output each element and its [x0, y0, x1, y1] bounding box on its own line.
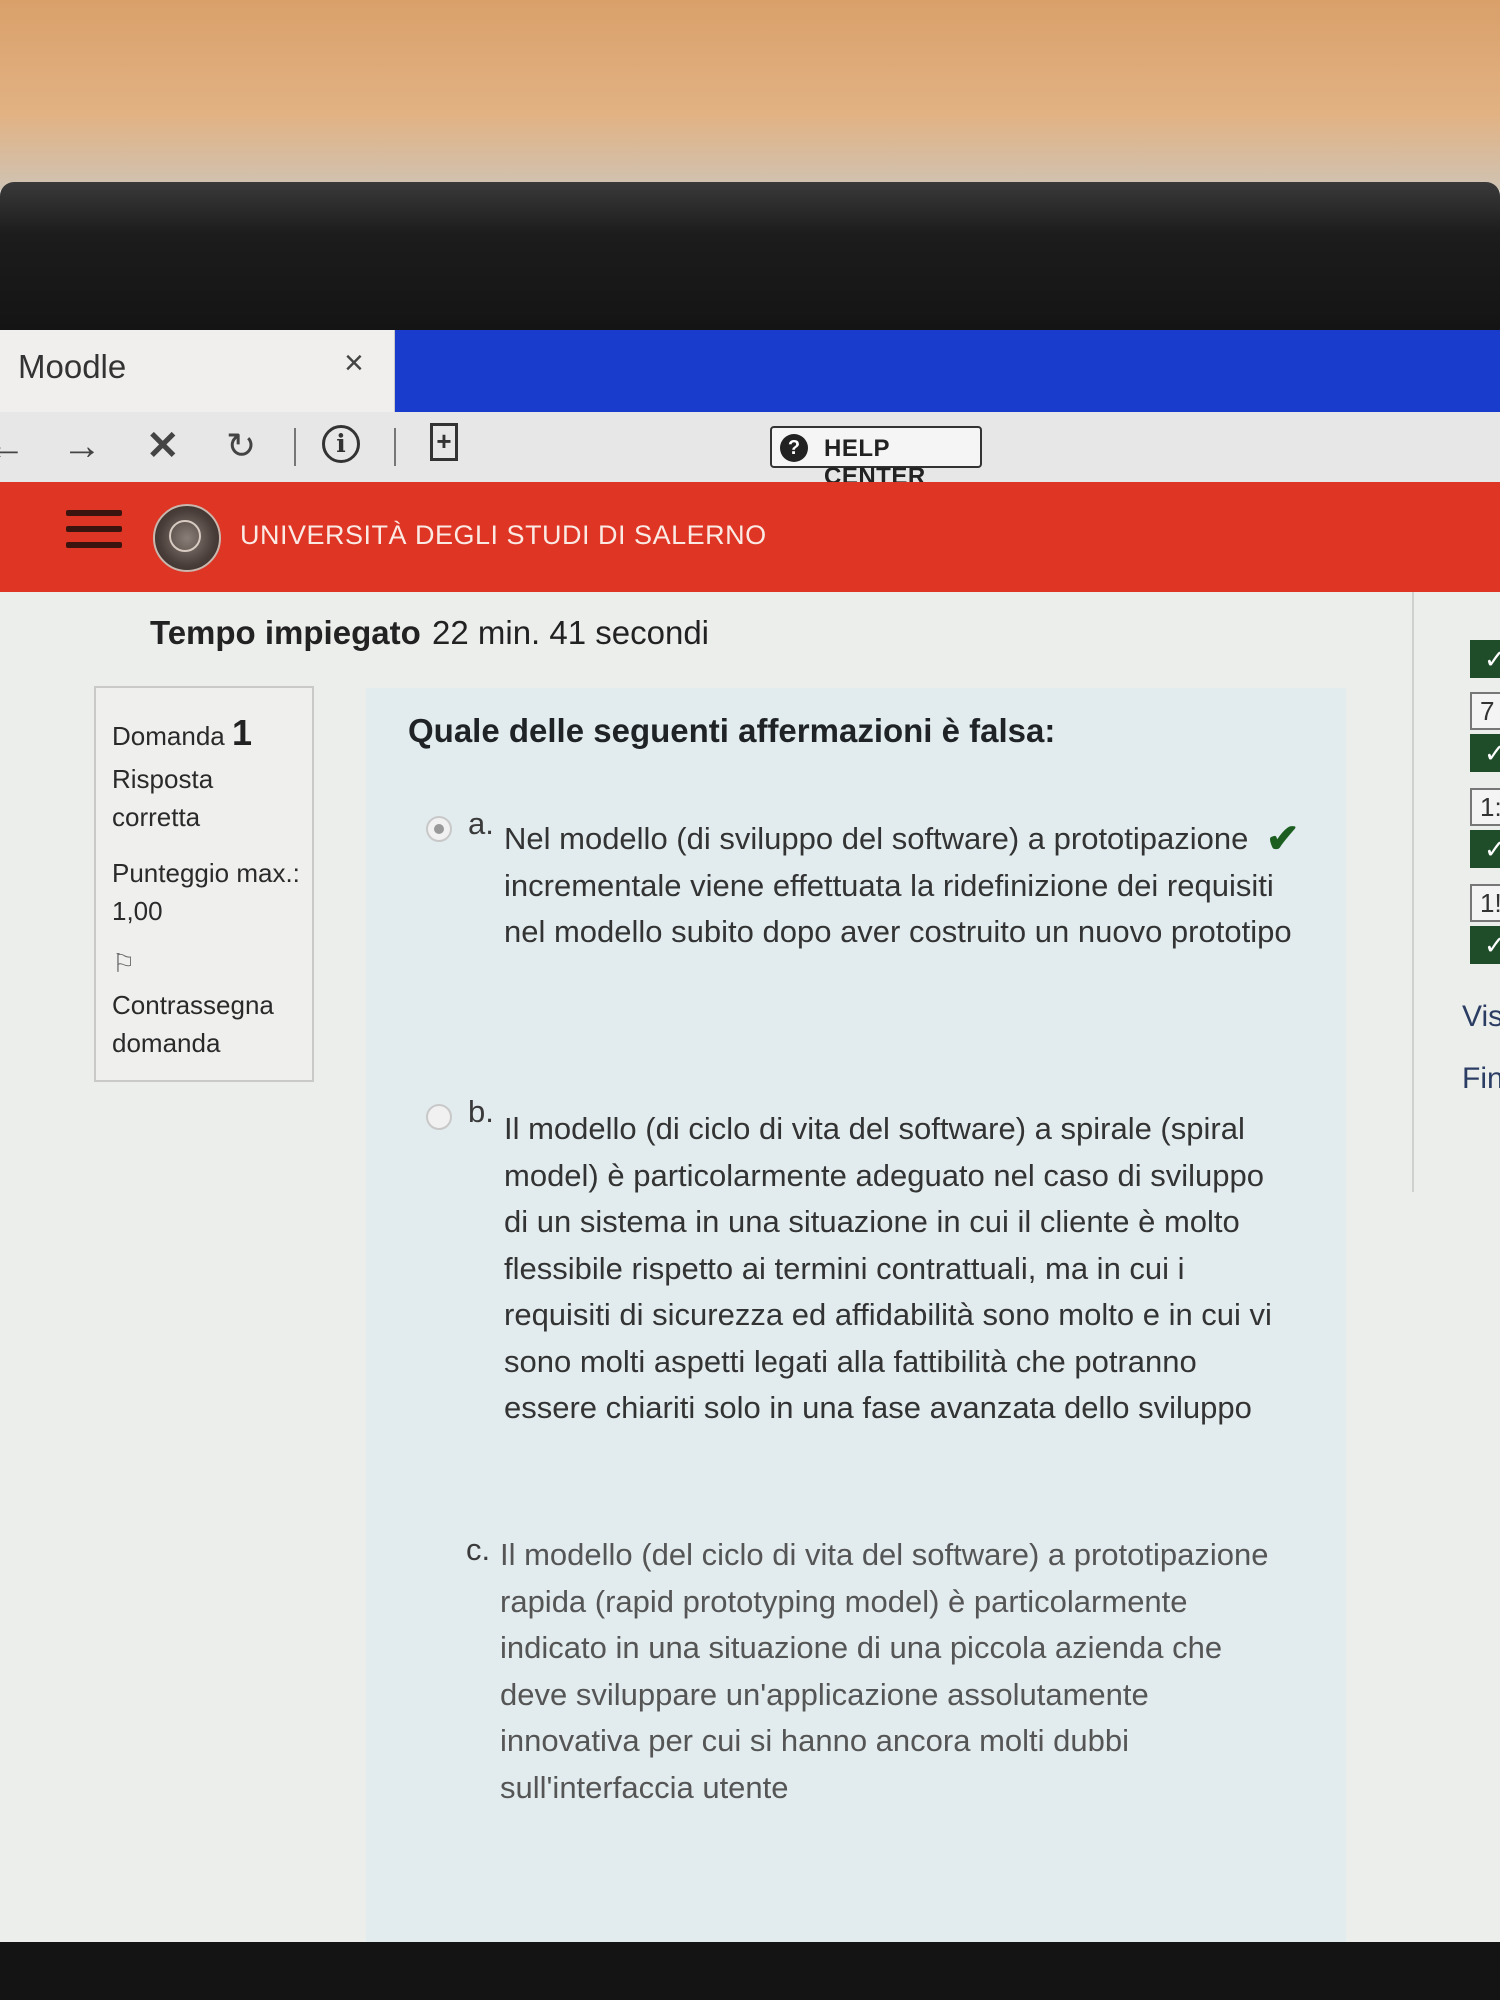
time-taken-value: 22 min. 41 secondi: [432, 614, 710, 651]
tab-strip: Moodle ×: [0, 330, 1500, 412]
question-text: Quale delle seguenti affermazioni è fals…: [408, 712, 1056, 749]
question-number-line: Domanda 1: [112, 712, 252, 754]
tab-moodle[interactable]: Moodle ×: [0, 330, 395, 412]
question-number: 1: [231, 712, 252, 753]
hamburger-menu-icon[interactable]: [66, 510, 122, 556]
time-taken-label: Tempo impiegato: [150, 614, 421, 651]
nav-check-icon[interactable]: ✓: [1470, 640, 1500, 678]
option-a-text[interactable]: Nel modello (di sviluppo del software) a…: [504, 816, 1294, 956]
status-line-1: Risposta: [112, 764, 214, 794]
option-a-letter: a.: [468, 806, 494, 841]
monitor-bezel-bottom: [0, 1942, 1500, 2000]
correct-check-icon: ✔: [1266, 817, 1300, 861]
university-header: UNIVERSITÀ DEGLI STUDI DI SALERNO: [0, 482, 1500, 592]
help-question-icon: ?: [780, 434, 808, 462]
max-score-label: Punteggio max.:: [112, 858, 300, 888]
view-link[interactable]: Vis: [1462, 1000, 1500, 1034]
stop-icon[interactable]: ✕: [146, 422, 180, 470]
flag-question-line-1[interactable]: Contrassegna: [112, 990, 274, 1021]
status-line-2: corretta: [112, 802, 201, 832]
browser-toolbar: ← → ✕ ↻ i + ? HELP CENTER: [0, 412, 1500, 490]
nav-check-icon[interactable]: ✓: [1470, 830, 1500, 868]
nav-question-button[interactable]: 7: [1470, 692, 1500, 730]
reload-icon[interactable]: ↻: [226, 422, 256, 470]
tab-title: Moodle: [18, 348, 127, 385]
monitor-bezel-top: [0, 182, 1500, 332]
nav-question-button[interactable]: 1:: [1470, 788, 1500, 826]
tab-close-icon[interactable]: ×: [344, 344, 364, 383]
new-page-icon[interactable]: +: [430, 423, 458, 461]
option-c-letter: c.: [466, 1532, 491, 1567]
option-a-radio[interactable]: [426, 816, 452, 842]
background-wall: [0, 0, 1500, 190]
university-seal-logo[interactable]: [153, 504, 221, 572]
info-icon[interactable]: i: [322, 425, 360, 463]
toolbar-separator: [294, 428, 296, 466]
question-box: Quale delle seguenti affermazioni è fals…: [366, 688, 1346, 1942]
option-b-text[interactable]: Il modello (di ciclo di vita del softwar…: [504, 1106, 1294, 1432]
back-arrow-icon[interactable]: ←: [0, 422, 26, 470]
question-label: Domanda: [112, 721, 225, 751]
nav-check-icon[interactable]: ✓: [1470, 926, 1500, 964]
toolbar-separator: [394, 428, 396, 466]
option-b-radio[interactable]: [426, 1104, 452, 1130]
max-score-value: 1,00: [112, 896, 163, 926]
browser-window: Moodle × ← → ✕ ↻ i + ? HELP CENTER UNIVE…: [0, 330, 1500, 1942]
flag-question-line-2[interactable]: domanda: [112, 1028, 220, 1059]
question-info-panel: Domanda 1 Risposta corretta Punteggio ma…: [94, 686, 314, 1082]
option-c-text[interactable]: Il modello (del ciclo di vita del softwa…: [500, 1532, 1290, 1811]
option-b-letter: b.: [468, 1094, 494, 1129]
finish-link[interactable]: Fin: [1462, 1062, 1500, 1096]
nav-check-icon[interactable]: ✓: [1470, 734, 1500, 772]
forward-arrow-icon[interactable]: →: [62, 422, 102, 470]
nav-question-button[interactable]: 1!: [1470, 884, 1500, 922]
quiz-navigation-panel: ✓ 7 ✓ 1: ✓ 1! ✓ Vis Fin: [1412, 592, 1500, 1192]
main-content: Tempo impiegato 22 min. 41 secondi Doman…: [0, 592, 1500, 1942]
university-name[interactable]: UNIVERSITÀ DEGLI STUDI DI SALERNO: [240, 520, 767, 551]
help-center-button[interactable]: ? HELP CENTER: [770, 426, 982, 490]
flag-icon[interactable]: ⚐: [112, 948, 135, 979]
